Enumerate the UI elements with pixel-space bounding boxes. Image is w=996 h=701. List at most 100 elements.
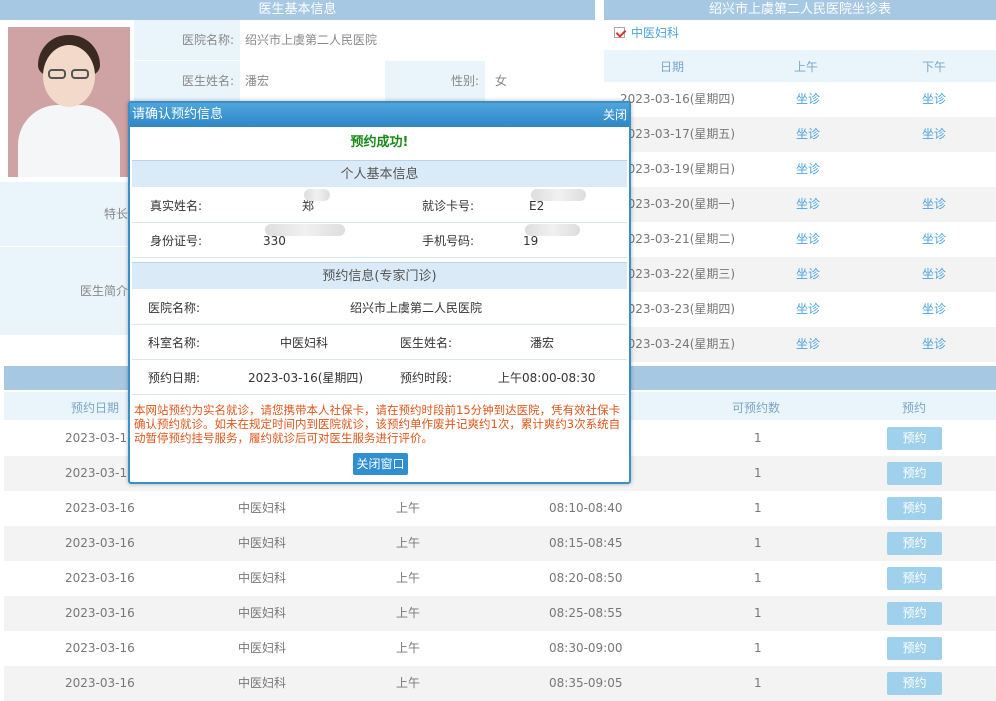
schedule-row: 2023-03-16(星期四) 坐诊 坐诊 — [604, 82, 996, 117]
schedule-pm-link[interactable]: 坐诊 — [922, 187, 946, 222]
gender-value: 女 — [495, 74, 508, 88]
book-button[interactable]: 预约 — [887, 532, 942, 555]
confirm-booking-dialog: 请确认预约信息 关闭 预约成功! 个人基本信息 真实姓名: 郑 就诊卡号: E2… — [128, 101, 631, 484]
slot-time: 08:15-08:45 — [549, 536, 623, 550]
schedule-row: 2023-03-24(星期五) 坐诊 坐诊 — [604, 327, 996, 362]
slot-count: 1 — [754, 571, 762, 585]
slot-date: 2023-03-16 — [65, 571, 135, 585]
slot-date: 2023-03-16 — [65, 536, 135, 550]
schedule-am-link[interactable]: 坐诊 — [796, 327, 820, 362]
slot-count: 1 — [754, 676, 762, 690]
schedule-pm-link[interactable]: 坐诊 — [922, 257, 946, 292]
book-button[interactable]: 预约 — [887, 637, 942, 660]
dialog-title: 请确认预约信息 关闭 — [130, 103, 629, 127]
slot-period: 上午 — [396, 536, 421, 550]
success-message: 预约成功! — [350, 135, 409, 150]
schedule-pm-link[interactable]: 坐诊 — [922, 327, 946, 362]
booking-notice: 本网站预约为实名就诊，请您携带本人社保卡，请在预约时段前15分钟到达医院，凭有效… — [134, 403, 621, 445]
booking-dept-value: 中医妇科 — [280, 336, 329, 350]
booking-doctor-value: 潘宏 — [530, 336, 555, 350]
schedule-am-link[interactable]: 坐诊 — [796, 82, 820, 117]
schedule-date: 2023-03-21(星期二) — [620, 232, 736, 246]
slot-count: 1 — [754, 606, 762, 620]
schedule-am-link[interactable]: 坐诊 — [796, 187, 820, 222]
slot-date: 2023-03-16 — [65, 431, 135, 445]
slot-period: 上午 — [396, 641, 421, 655]
slot-count: 1 — [754, 536, 762, 550]
schedule-column-header: 日期 上午 下午 — [604, 50, 996, 82]
id-number-label: 身份证号: — [150, 234, 203, 248]
personal-row-2: 身份证号: 330 手机号码: 19 — [132, 224, 627, 258]
col-am: 上午 — [794, 60, 819, 74]
slot-date: 2023-03-16 — [65, 606, 135, 620]
schedule-pm-link[interactable]: 坐诊 — [922, 117, 946, 152]
schedule-row: 2023-03-19(星期日) 坐诊 — [604, 152, 996, 187]
schedule-header: 绍兴市上虞第二人民医院坐诊表 — [604, 0, 996, 20]
schedule-pm-link[interactable]: 坐诊 — [922, 292, 946, 327]
slot-dept: 中医妇科 — [238, 676, 287, 690]
slot-period: 上午 — [396, 571, 421, 585]
schedule-date: 2023-03-23(星期四) — [620, 302, 736, 316]
booking-info-section: 预约信息(专家门诊) — [132, 262, 627, 289]
slot-dept: 中医妇科 — [238, 606, 287, 620]
schedule-pm-link[interactable]: 坐诊 — [922, 222, 946, 257]
col-date: 日期 — [660, 60, 685, 74]
col-available-count: 可预约数 — [732, 401, 781, 415]
dept-filter-checkbox[interactable]: 中医妇科 — [614, 24, 679, 44]
schedule-row: 2023-03-20(星期一) 坐诊 坐诊 — [604, 187, 996, 222]
slot-period: 上午 — [396, 606, 421, 620]
schedule-am-link[interactable]: 坐诊 — [796, 222, 820, 257]
booking-row-date: 预约日期: 2023-03-16(星期四) 预约时段: 上午08:00-08:3… — [132, 361, 627, 395]
checkbox-checked-icon[interactable] — [614, 27, 625, 38]
booking-hospital-value: 绍兴市上虞第二人民医院 — [350, 301, 483, 315]
booking-date-label: 预约日期: — [148, 371, 201, 385]
booking-row-dept: 科室名称: 中医妇科 医生姓名: 潘宏 — [132, 326, 627, 360]
slot-period: 上午 — [396, 676, 421, 690]
slot-count: 1 — [754, 431, 762, 445]
book-button[interactable]: 预约 — [887, 427, 942, 450]
slot-time: 08:25-08:55 — [549, 606, 623, 620]
real-name-label: 真实姓名: — [150, 199, 203, 213]
schedule-am-link[interactable]: 坐诊 — [796, 292, 820, 327]
card-number-label: 就诊卡号: — [422, 199, 475, 213]
slot-dept: 中医妇科 — [238, 641, 287, 655]
gender-label: 性别: — [385, 61, 485, 101]
booking-slot-row: 2023-03-16 中医妇科 上午 08:35-09:05 1 预约 — [4, 666, 996, 701]
booking-slot-row: 2023-03-16 中医妇科 上午 08:25-08:55 1 预约 — [4, 596, 996, 631]
booking-slot-row: 2023-03-16 中医妇科 上午 08:10-08:40 1 预约 — [4, 491, 996, 526]
slot-date: 2023-03-16 — [65, 501, 135, 515]
schedule-date: 2023-03-20(星期一) — [620, 197, 736, 211]
schedule-date: 2023-03-19(星期日) — [620, 162, 736, 176]
booking-hospital-label: 医院名称: — [148, 301, 201, 315]
book-button[interactable]: 预约 — [887, 462, 942, 485]
hospital-label: 医院名称: — [134, 20, 240, 60]
booking-slot-row: 2023-03-16 中医妇科 上午 08:20-08:50 1 预约 — [4, 561, 996, 596]
book-button[interactable]: 预约 — [887, 602, 942, 625]
schedule-date: 2023-03-16(星期四) — [620, 92, 736, 106]
schedule-date: 2023-03-17(星期五) — [620, 127, 736, 141]
schedule-am-link[interactable]: 坐诊 — [796, 257, 820, 292]
personal-info-section: 个人基本信息 — [132, 160, 627, 187]
book-button[interactable]: 预约 — [887, 567, 942, 590]
schedule-pm-link[interactable]: 坐诊 — [922, 82, 946, 117]
col-pm: 下午 — [922, 60, 947, 74]
booking-slot-row: 2023-03-16 中医妇科 上午 08:15-08:45 1 预约 — [4, 526, 996, 561]
slot-time: 08:30-09:00 — [549, 641, 623, 655]
booking-slot-value: 上午08:00-08:30 — [498, 371, 596, 385]
schedule-row: 2023-03-17(星期五) 坐诊 坐诊 — [604, 117, 996, 152]
slot-date: 2023-03-16 — [65, 676, 135, 690]
col-action: 预约 — [902, 401, 927, 415]
dialog-close-link[interactable]: 关闭 — [603, 103, 627, 127]
close-window-button[interactable]: 关闭窗口 — [353, 453, 408, 475]
slot-dept: 中医妇科 — [238, 501, 287, 515]
booking-row-hospital: 医院名称: 绍兴市上虞第二人民医院 — [132, 291, 627, 325]
slot-time: 08:20-08:50 — [549, 571, 623, 585]
book-button[interactable]: 预约 — [887, 497, 942, 520]
booking-slot-row: 2023-03-16 中医妇科 上午 08:30-09:00 1 预约 — [4, 631, 996, 666]
hospital-value: 绍兴市上虞第二人民医院 — [245, 33, 378, 47]
doctor-name-label: 医生姓名: — [134, 61, 240, 101]
slot-dept: 中医妇科 — [238, 536, 287, 550]
schedule-am-link[interactable]: 坐诊 — [796, 117, 820, 152]
schedule-am-link[interactable]: 坐诊 — [796, 152, 820, 187]
booking-date-value: 2023-03-16(星期四) — [248, 371, 364, 385]
